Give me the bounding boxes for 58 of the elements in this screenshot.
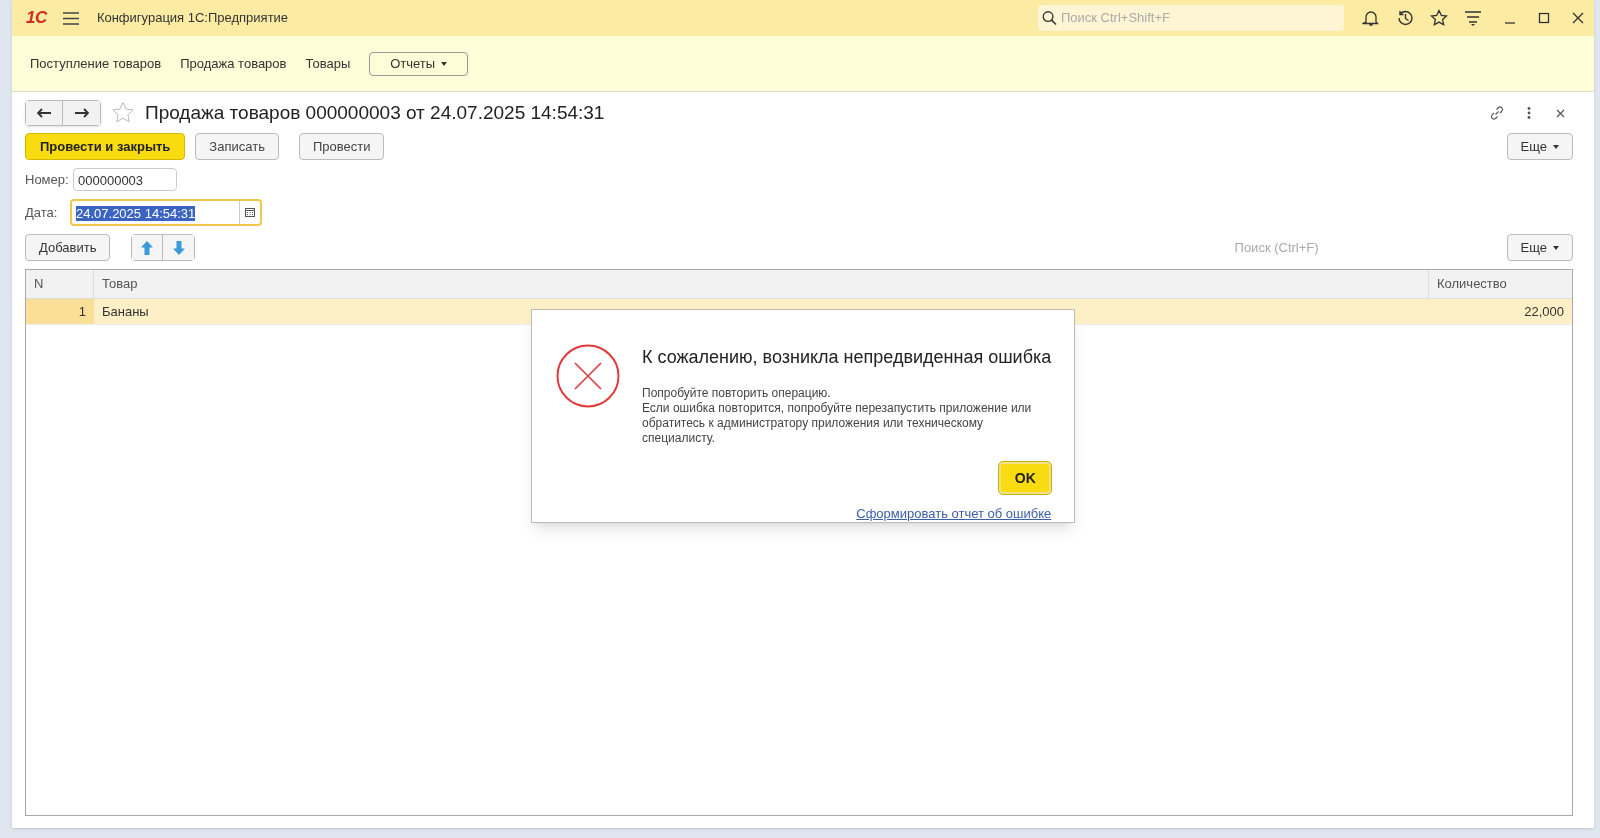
- date-field[interactable]: 24.07.2025 14:54:31: [70, 199, 262, 226]
- error-report-link[interactable]: Сформировать отчет об ошибке: [856, 504, 1052, 524]
- link-icon[interactable]: [1489, 105, 1505, 121]
- field-value: 000000003: [78, 172, 144, 188]
- favorite-star-icon[interactable]: [111, 101, 135, 125]
- close-icon[interactable]: [1572, 12, 1584, 24]
- star-icon[interactable]: [1430, 9, 1448, 27]
- history-icon[interactable]: [1396, 9, 1414, 27]
- dialog-message: Если ошибка повторится, попробуйте перезапустить приложение или обратитесь к администратору приложения или техническому специалисту.: [642, 401, 1033, 446]
- calendar-icon[interactable]: [245, 208, 255, 217]
- more-button[interactable]: Еще: [1506, 133, 1573, 160]
- caret-icon: [1553, 245, 1559, 250]
- field-label: Дата:: [25, 203, 59, 222]
- more-button[interactable]: Еще: [1506, 234, 1573, 261]
- caret-icon: [1553, 144, 1559, 149]
- bell-icon[interactable]: [1362, 9, 1380, 27]
- menu-icon[interactable]: [62, 11, 79, 25]
- column-header[interactable]: N: [26, 270, 94, 298]
- forward-button[interactable]: [63, 101, 100, 125]
- filter-menu-icon[interactable]: [1464, 9, 1482, 27]
- error-icon: [556, 344, 620, 408]
- search-input[interactable]: Поиск Ctrl+Shift+F: [1061, 8, 1340, 28]
- table-cell: 1: [26, 299, 94, 324]
- table-cell-text: Бананы: [101, 302, 150, 321]
- maximize-icon[interactable]: [1538, 12, 1550, 24]
- up-arrow-icon: [141, 240, 154, 255]
- caret-icon: [441, 61, 448, 66]
- search-icon: [1042, 10, 1057, 26]
- number-field[interactable]: 000000003: [73, 168, 177, 191]
- table-cell-text: 22,000: [1523, 302, 1565, 321]
- move-down-button[interactable]: [163, 235, 195, 260]
- close-icon[interactable]: [1556, 108, 1565, 118]
- down-arrow-icon: [172, 240, 185, 255]
- column-header[interactable]: Количество: [1429, 270, 1572, 298]
- back-button[interactable]: [26, 101, 63, 125]
- dialog-message: Попробуйте повторить операцию.: [642, 386, 832, 401]
- move-up-button[interactable]: [132, 235, 164, 260]
- form-button[interactable]: Провести: [298, 133, 385, 160]
- add-button[interactable]: Добавить: [25, 234, 111, 261]
- reports-menu-button[interactable]: Отчеты: [369, 51, 469, 76]
- form-button[interactable]: Записать: [195, 133, 279, 160]
- field-label: Номер:: [25, 170, 70, 189]
- field-value: 24.07.2025 14:54:31: [76, 205, 196, 221]
- section-link[interactable]: Товары: [305, 53, 351, 74]
- search-field[interactable]: Поиск Ctrl+Shift+F: [1038, 5, 1344, 31]
- section-link[interactable]: Поступление товаров: [30, 53, 162, 74]
- app-title: Конфигурация 1С:Предприятие: [96, 9, 289, 28]
- form-title: Продажа товаров 000000003 от 24.07.2025 14:54:31: [145, 100, 605, 125]
- logo: 1С: [26, 7, 47, 30]
- column-header[interactable]: Товар: [94, 270, 1429, 298]
- ok-button[interactable]: OK: [999, 462, 1052, 494]
- right-arrow-icon: [74, 108, 89, 118]
- dialog-title: К сожалению, возникла непредвиденная ошибка: [642, 346, 1052, 369]
- left-arrow-icon: [37, 108, 51, 118]
- table-search-field[interactable]: Поиск (Ctrl+F): [1234, 235, 1495, 260]
- section-link[interactable]: Продажа товаров: [180, 53, 287, 74]
- post-and-close-button[interactable]: Провести и закрыть: [25, 133, 186, 160]
- more-options-icon[interactable]: [1527, 107, 1531, 119]
